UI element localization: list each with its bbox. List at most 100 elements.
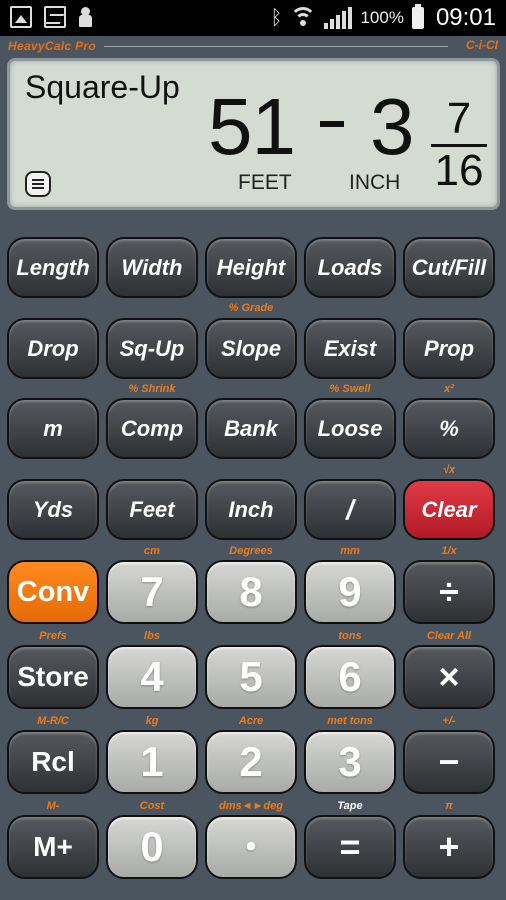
key-label: 5 <box>239 653 263 700</box>
key-label: % <box>439 415 459 441</box>
key-label: Loose <box>317 415 383 441</box>
clear-secondary-label: √x <box>442 464 456 476</box>
nine-secondary-label: mm <box>340 545 360 557</box>
dot-secondary-label: dms◄►deg <box>219 800 283 812</box>
gallery-icon <box>10 6 32 28</box>
drop-key[interactable]: Drop <box>7 318 99 379</box>
key-label: Sq-Up <box>119 335 185 361</box>
display-inch-value: 3 <box>370 82 415 171</box>
fraction-key[interactable]: / <box>304 479 396 540</box>
inch-key[interactable]: Inch <box>205 479 297 540</box>
six-secondary-label: tons <box>338 630 362 642</box>
comp-key[interactable]: Comp <box>106 398 198 459</box>
battery-icon <box>411 4 424 29</box>
key-label: Clear <box>421 496 477 522</box>
key-label: / <box>346 493 354 525</box>
divide-secondary-label: 1/x <box>441 545 457 557</box>
store-secondary-label: Prefs <box>39 630 67 642</box>
status-bar: ᛒ 100% 09:01 <box>0 0 506 36</box>
four-secondary-label: lbs <box>144 630 160 642</box>
key-label: 2 <box>239 738 263 785</box>
m-plus-key[interactable]: M+ <box>7 815 99 879</box>
display-fraction-numerator: 7 <box>446 94 472 143</box>
lcd-display: Square-Up 51 3 7 16 FEET INCH <box>7 58 500 210</box>
key-label: M+ <box>33 831 73 862</box>
divide-key[interactable]: ÷ <box>403 560 495 624</box>
width-key[interactable]: Width <box>106 237 198 298</box>
key-label: Width <box>121 254 183 280</box>
minus-key[interactable]: − <box>403 730 495 794</box>
display-inch-unit: INCH <box>349 171 401 194</box>
zero-secondary-label: Cost <box>139 800 165 812</box>
plus-secondary-label: π <box>445 800 453 812</box>
rcl-secondary-label: M-R/C <box>37 715 69 727</box>
seven-secondary-label: cm <box>144 545 160 557</box>
bluetooth-icon: ᛒ <box>270 6 283 29</box>
signal-icon <box>324 7 353 29</box>
key-label: 7 <box>140 568 164 615</box>
eight-key[interactable]: 8 <box>205 560 297 624</box>
zero-key[interactable]: 0 <box>106 815 198 879</box>
key-label: Length <box>16 254 90 280</box>
multiply-secondary-label: Clear All <box>426 630 472 642</box>
m-key[interactable]: m <box>7 398 99 459</box>
key-label: Prop <box>423 335 475 361</box>
loose-secondary-label: % Swell <box>329 383 371 395</box>
key-label: ÷ <box>439 571 459 612</box>
bank-key[interactable]: Bank <box>205 398 297 459</box>
prop-key[interactable]: Prop <box>403 318 495 379</box>
conv-key[interactable]: Conv <box>7 560 99 624</box>
system-indicators: ᛒ 100% 09:01 <box>270 4 496 32</box>
brand-strip: HeavyCalc Pro C-i-CI <box>0 36 506 56</box>
nine-key[interactable]: 9 <box>304 560 396 624</box>
key-label: = <box>339 826 361 867</box>
height-key[interactable]: Height <box>205 237 297 298</box>
display-feet-unit: FEET <box>238 171 292 194</box>
multiply-key[interactable]: × <box>403 645 495 709</box>
three-secondary-label: met tons <box>327 715 373 727</box>
plus-key[interactable]: + <box>403 815 495 879</box>
equals-key[interactable]: = <box>304 815 396 879</box>
key-label: Cut/Fill <box>411 254 487 280</box>
pawn-icon <box>78 6 92 28</box>
three-key[interactable]: 3 <box>304 730 396 794</box>
key-label: 8 <box>239 568 263 615</box>
two-secondary-label: Acre <box>238 715 264 727</box>
equals-secondary-label: Tape <box>337 800 363 812</box>
cut-fill-key[interactable]: Cut/Fill <box>403 237 495 298</box>
five-key[interactable]: 5 <box>205 645 297 709</box>
one-secondary-label: kg <box>145 715 159 727</box>
store-key[interactable]: Store <box>7 645 99 709</box>
key-label: 6 <box>338 653 362 700</box>
four-key[interactable]: 4 <box>106 645 198 709</box>
loads-key[interactable]: Loads <box>304 237 396 298</box>
clock: 09:01 <box>435 4 496 31</box>
key-label: Exist <box>323 335 377 361</box>
clear-key[interactable]: Clear <box>403 479 495 540</box>
rcl-key[interactable]: Rcl <box>7 730 99 794</box>
key-label: Feet <box>129 496 175 522</box>
key-label: Inch <box>228 496 274 522</box>
decimal-key[interactable]: • <box>205 815 297 879</box>
slope-key[interactable]: Slope <box>205 318 297 379</box>
two-key[interactable]: 2 <box>205 730 297 794</box>
app-title: HeavyCalc Pro <box>8 39 96 53</box>
display-separator <box>320 121 344 127</box>
key-label: Height <box>216 254 286 280</box>
key-label: Loads <box>317 254 383 280</box>
loose-key[interactable]: Loose <box>304 398 396 459</box>
key-label: 1 <box>140 738 164 785</box>
key-label: • <box>245 830 257 863</box>
percent-key[interactable]: % <box>403 398 495 459</box>
six-key[interactable]: 6 <box>304 645 396 709</box>
exist-key[interactable]: Exist <box>304 318 396 379</box>
sq-up-key[interactable]: Sq-Up <box>106 318 198 379</box>
feet-key[interactable]: Feet <box>106 479 198 540</box>
key-label: Drop <box>27 335 79 361</box>
wifi-icon <box>290 7 317 29</box>
yds-key[interactable]: Yds <box>7 479 99 540</box>
menu-icon[interactable] <box>25 171 51 197</box>
length-key[interactable]: Length <box>7 237 99 298</box>
seven-key[interactable]: 7 <box>106 560 198 624</box>
one-key[interactable]: 1 <box>106 730 198 794</box>
